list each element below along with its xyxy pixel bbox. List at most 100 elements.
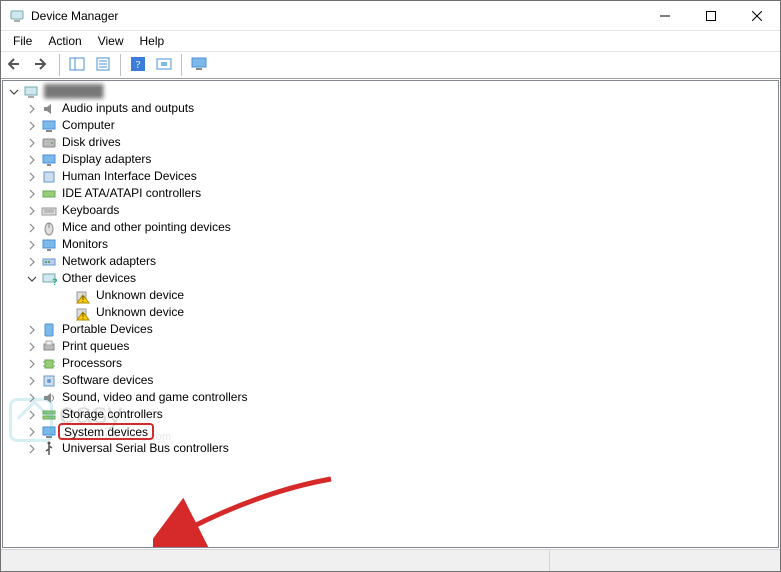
tree-row[interactable]: Mice and other pointing devices bbox=[7, 219, 776, 236]
expander-closed-icon[interactable] bbox=[25, 255, 39, 269]
tree-row-label: Unknown device bbox=[94, 287, 186, 304]
close-button[interactable] bbox=[734, 1, 780, 31]
tree-row-label: IDE ATA/ATAPI controllers bbox=[60, 185, 203, 202]
expander-closed-icon[interactable] bbox=[25, 221, 39, 235]
toolbar-separator bbox=[120, 54, 121, 76]
tree-row[interactable]: Keyboards bbox=[7, 202, 776, 219]
titlebar: Device Manager bbox=[1, 1, 780, 31]
portable-icon bbox=[41, 322, 57, 338]
warning-device-icon: ! bbox=[75, 288, 91, 304]
tree-row[interactable]: ███████ bbox=[7, 83, 776, 100]
tree-row-label: Display adapters bbox=[60, 151, 153, 168]
tree-row[interactable]: Universal Serial Bus controllers bbox=[7, 440, 776, 457]
tree-row[interactable]: System devices bbox=[7, 423, 776, 440]
expander-closed-icon[interactable] bbox=[25, 238, 39, 252]
tree-row[interactable]: Network adapters bbox=[7, 253, 776, 270]
view-devices-button[interactable] bbox=[187, 53, 211, 77]
expander-closed-icon[interactable] bbox=[25, 204, 39, 218]
minimize-button[interactable] bbox=[642, 1, 688, 31]
show-hidden-devices-button[interactable] bbox=[65, 53, 89, 77]
display-icon bbox=[41, 152, 57, 168]
tree-row[interactable]: Software devices bbox=[7, 372, 776, 389]
tree-row-label: Print queues bbox=[60, 338, 131, 355]
tree-row-label: Unknown device bbox=[94, 304, 186, 321]
properties-icon bbox=[95, 57, 111, 74]
properties-button[interactable] bbox=[91, 53, 115, 77]
device-manager-window: Device Manager File Action View Help ? bbox=[0, 0, 781, 572]
forward-button[interactable] bbox=[30, 53, 54, 77]
expander-closed-icon[interactable] bbox=[25, 391, 39, 405]
expander-closed-icon[interactable] bbox=[25, 374, 39, 388]
tree-row-label: Other devices bbox=[60, 270, 138, 287]
menu-view[interactable]: View bbox=[90, 33, 132, 49]
tree-row[interactable]: Computer bbox=[7, 117, 776, 134]
tree-row[interactable]: ? Other devices bbox=[7, 270, 776, 287]
expander-closed-icon[interactable] bbox=[25, 442, 39, 456]
expander-closed-icon[interactable] bbox=[25, 357, 39, 371]
tree-row-label: Keyboards bbox=[60, 202, 121, 219]
scan-hardware-button[interactable] bbox=[152, 53, 176, 77]
tree-row[interactable]: Monitors bbox=[7, 236, 776, 253]
app-icon bbox=[9, 8, 25, 24]
tree-row[interactable]: Storage controllers bbox=[7, 406, 776, 423]
expander-closed-icon[interactable] bbox=[25, 340, 39, 354]
system-icon bbox=[41, 424, 57, 440]
tree-row-label: Disk drives bbox=[60, 134, 123, 151]
expander-closed-icon[interactable] bbox=[25, 170, 39, 184]
sound-icon bbox=[41, 390, 57, 406]
tree-row[interactable]: Human Interface Devices bbox=[7, 168, 776, 185]
expander-closed-icon[interactable] bbox=[25, 136, 39, 150]
expander-closed-icon[interactable] bbox=[25, 408, 39, 422]
expander-closed-icon[interactable] bbox=[25, 119, 39, 133]
expander-open-icon[interactable] bbox=[25, 272, 39, 286]
expander-closed-icon[interactable] bbox=[25, 425, 39, 439]
toolbar-separator bbox=[59, 54, 60, 76]
annotation-arrow bbox=[153, 471, 353, 548]
tree-row-label: Portable Devices bbox=[60, 321, 155, 338]
printer-icon bbox=[41, 339, 57, 355]
computer-root-icon bbox=[23, 84, 39, 100]
disk-icon bbox=[41, 135, 57, 151]
expander-closed-icon[interactable] bbox=[25, 323, 39, 337]
warning-device-icon: ! bbox=[75, 305, 91, 321]
tree-row-label: System devices bbox=[58, 423, 154, 440]
tree-row[interactable]: ! Unknown device bbox=[7, 304, 776, 321]
expander-open-icon[interactable] bbox=[7, 85, 21, 99]
tree-row[interactable]: Disk drives bbox=[7, 134, 776, 151]
tree-row[interactable]: Print queues bbox=[7, 338, 776, 355]
expander-closed-icon[interactable] bbox=[25, 187, 39, 201]
tree-row[interactable]: ! Unknown device bbox=[7, 287, 776, 304]
tree-row[interactable]: Audio inputs and outputs bbox=[7, 100, 776, 117]
help-button[interactable]: ? bbox=[126, 53, 150, 77]
menu-help[interactable]: Help bbox=[132, 33, 173, 49]
tree-row[interactable]: Display adapters bbox=[7, 151, 776, 168]
hid-icon bbox=[41, 169, 57, 185]
tree-row-label: Processors bbox=[60, 355, 124, 372]
expander-closed-icon[interactable] bbox=[25, 102, 39, 116]
device-tree[interactable]: ███████ Audio inputs and outputs Compute… bbox=[3, 81, 778, 459]
menu-file[interactable]: File bbox=[5, 33, 40, 49]
help-icon: ? bbox=[130, 56, 146, 75]
scan-icon bbox=[156, 57, 172, 74]
tree-row[interactable]: IDE ATA/ATAPI controllers bbox=[7, 185, 776, 202]
tree-row-label: Human Interface Devices bbox=[60, 168, 199, 185]
keyboard-icon bbox=[41, 203, 57, 219]
tree-row[interactable]: Portable Devices bbox=[7, 321, 776, 338]
back-button[interactable] bbox=[4, 53, 28, 77]
cpu-icon bbox=[41, 356, 57, 372]
svg-text:?: ? bbox=[52, 277, 57, 287]
tree-row-label: Storage controllers bbox=[60, 406, 165, 423]
statusbar bbox=[1, 549, 780, 571]
usb-icon bbox=[41, 441, 57, 457]
other-icon: ? bbox=[41, 271, 57, 287]
computer-icon bbox=[41, 118, 57, 134]
network-icon bbox=[41, 254, 57, 270]
menu-action[interactable]: Action bbox=[40, 33, 89, 49]
expander-closed-icon[interactable] bbox=[25, 153, 39, 167]
tree-row[interactable]: Processors bbox=[7, 355, 776, 372]
window-title: Device Manager bbox=[31, 9, 118, 23]
device-tree-panel[interactable]: ███████ Audio inputs and outputs Compute… bbox=[2, 80, 779, 548]
mouse-icon bbox=[41, 220, 57, 236]
maximize-button[interactable] bbox=[688, 1, 734, 31]
tree-row[interactable]: Sound, video and game controllers bbox=[7, 389, 776, 406]
